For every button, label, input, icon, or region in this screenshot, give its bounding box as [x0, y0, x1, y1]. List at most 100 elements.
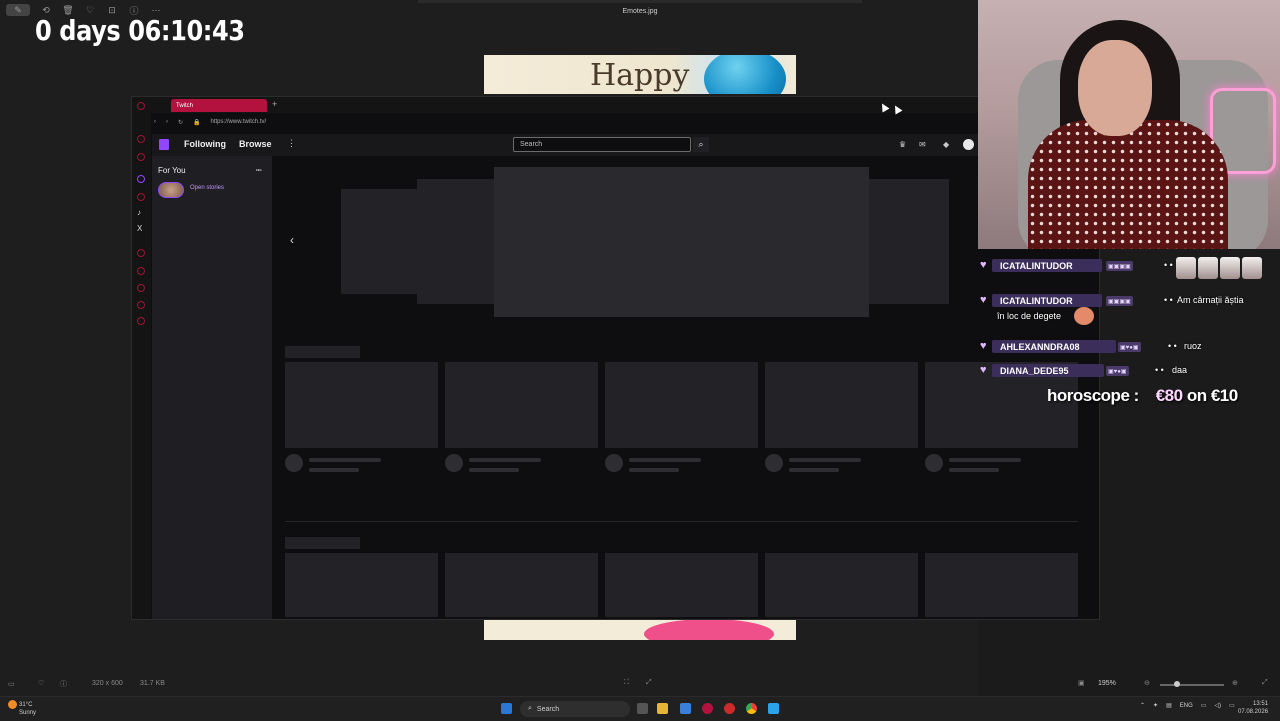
- search-icon: ⌕: [528, 705, 532, 712]
- chrome-icon[interactable]: [746, 703, 757, 714]
- nav-browse[interactable]: Browse: [239, 139, 272, 149]
- avatar-placeholder: [765, 454, 783, 472]
- filmstrip-icon[interactable]: ▭: [8, 680, 15, 688]
- stream-thumbnail[interactable]: [445, 553, 598, 617]
- chat-username: AHLEXANNDRA08: [992, 340, 1116, 353]
- favorite-icon[interactable]: ♡: [38, 679, 44, 687]
- carousel-card[interactable]: [417, 179, 497, 304]
- back-icon[interactable]: ‹: [154, 119, 156, 125]
- inbox-icon[interactable]: ✉: [919, 140, 926, 149]
- chat-badges: ▣♥●▣: [1118, 342, 1141, 352]
- stream-thumbnail[interactable]: [605, 362, 758, 448]
- expand-icon[interactable]: ⤢: [1262, 679, 1268, 687]
- sidebar-app-icon[interactable]: [137, 153, 145, 161]
- search-button[interactable]: ⌕: [693, 137, 709, 152]
- streamer-body: [1028, 120, 1228, 249]
- clock-icon[interactable]: [137, 284, 145, 292]
- tiktok-icon[interactable]: ♪: [137, 208, 141, 217]
- stream-thumbnail[interactable]: [765, 553, 918, 617]
- bits-icon[interactable]: ◆: [943, 140, 949, 149]
- sun-icon: [8, 700, 17, 709]
- clock[interactable]: 13:51 07.08.2026: [1238, 700, 1268, 716]
- zoom-level[interactable]: 195%: [1098, 680, 1116, 687]
- start-icon[interactable]: [501, 703, 512, 714]
- sidebar-app-icon[interactable]: [137, 301, 145, 309]
- opera-icon[interactable]: [137, 102, 145, 110]
- file-explorer-icon[interactable]: [657, 703, 668, 714]
- twitch-logo-icon[interactable]: [159, 139, 169, 150]
- volume-icon[interactable]: ◁): [1214, 702, 1221, 709]
- chat-badges: ▣▣▣▣: [1106, 296, 1133, 306]
- stories-avatar[interactable]: [158, 182, 184, 198]
- user-avatar[interactable]: [963, 139, 974, 150]
- stream-thumbnail[interactable]: [285, 553, 438, 617]
- opera-icon[interactable]: [702, 703, 713, 714]
- edit-icon[interactable]: ✎: [6, 4, 30, 16]
- heart-icon[interactable]: [137, 267, 145, 275]
- chat-overlay: ♥ ICATALINTUDOR ▣▣▣▣ • • ♥ ICATALINTUDOR…: [978, 249, 1280, 449]
- fullscreen-icon[interactable]: ⤢: [646, 679, 652, 687]
- more-icon[interactable]: ⋮: [287, 138, 296, 149]
- twitch-sidebar-icon[interactable]: [137, 175, 145, 183]
- heart-icon: ♥: [980, 294, 987, 306]
- settings-icon[interactable]: [137, 317, 145, 325]
- x-icon[interactable]: X: [137, 224, 142, 233]
- collapse-icon[interactable]: ⭰: [256, 165, 262, 179]
- stream-thumbnail[interactable]: [925, 553, 1078, 617]
- tray-app-icon[interactable]: ✦: [1153, 702, 1158, 709]
- weather-widget[interactable]: 31°C Sunny: [8, 700, 36, 717]
- open-stories-link[interactable]: Open stories: [190, 185, 224, 191]
- taskbar: 31°C Sunny ⌕ Search ⌃ ✦ ▤ ENG ▭ ◁) ▭ 13:…: [0, 696, 1280, 721]
- app-icon[interactable]: [680, 703, 691, 714]
- photos-icon[interactable]: [768, 703, 779, 714]
- network-icon[interactable]: ▭: [1201, 702, 1207, 709]
- chevron-up-icon[interactable]: ⌃: [1140, 702, 1145, 709]
- browser-sidebar: ♪ X: [132, 97, 151, 619]
- horoscope-label: horoscope :: [1047, 386, 1139, 405]
- zoom-in-icon[interactable]: ⊕: [1232, 679, 1238, 687]
- image-happy-text: Happy: [590, 58, 690, 93]
- stream-thumbnail[interactable]: [285, 362, 438, 448]
- stream-thumbnail[interactable]: [445, 362, 598, 448]
- twitch-sidebar: For You ⭰ Open stories: [152, 156, 272, 619]
- sidebar-app-icon[interactable]: [137, 249, 145, 257]
- carousel-card[interactable]: [869, 179, 949, 304]
- zoom-out-icon[interactable]: ⊖: [1144, 679, 1150, 687]
- stream-thumbnail[interactable]: [765, 362, 918, 448]
- emote-image: [1074, 307, 1094, 325]
- forward-icon[interactable]: ›: [166, 119, 168, 125]
- chat-username: ICATALINTUDOR: [992, 259, 1102, 272]
- nav-following[interactable]: Following: [184, 139, 226, 149]
- instagram-icon[interactable]: [137, 193, 145, 201]
- language-indicator[interactable]: ENG: [1180, 703, 1193, 709]
- zoom-slider[interactable]: [1160, 684, 1224, 686]
- taskbar-search[interactable]: ⌕ Search: [520, 701, 630, 717]
- prime-icon[interactable]: ♛: [899, 140, 906, 149]
- zoom-slider-thumb[interactable]: [1174, 681, 1180, 687]
- url-field[interactable]: https://www.twitch.tv/: [211, 119, 267, 125]
- text-placeholder: [469, 468, 519, 472]
- chat-badges: ▣▣▣▣: [1106, 261, 1133, 271]
- avatar-placeholder: [925, 454, 943, 472]
- tab-twitch[interactable]: Twitch: [171, 99, 267, 112]
- opera-gx-icon[interactable]: [724, 703, 735, 714]
- reload-icon[interactable]: ↻: [178, 119, 183, 126]
- carousel-card[interactable]: [341, 189, 421, 294]
- battery-icon[interactable]: ▭: [1229, 702, 1235, 709]
- sidebar-app-icon[interactable]: [137, 135, 145, 143]
- new-tab-icon[interactable]: +: [272, 99, 277, 109]
- chat-text: daa: [1172, 365, 1188, 375]
- featured-stream[interactable]: [494, 167, 869, 317]
- info-icon[interactable]: ⓘ: [60, 679, 67, 689]
- browser-window: Twitch + ♪ X ‹ › ↻ 🔒 https://www.twitch.…: [131, 96, 1100, 620]
- view-icon[interactable]: ▣: [1078, 679, 1085, 687]
- tray-app-icon[interactable]: ▤: [1166, 702, 1172, 709]
- stream-thumbnail[interactable]: [605, 553, 758, 617]
- search-input[interactable]: Search: [513, 137, 691, 152]
- task-view-icon[interactable]: [637, 703, 648, 714]
- fit-icon[interactable]: ⛶: [624, 679, 629, 687]
- carousel-prev-icon[interactable]: ‹: [290, 233, 294, 247]
- text-placeholder: [789, 468, 839, 472]
- avatar-placeholder: [445, 454, 463, 472]
- text-placeholder: [469, 458, 541, 462]
